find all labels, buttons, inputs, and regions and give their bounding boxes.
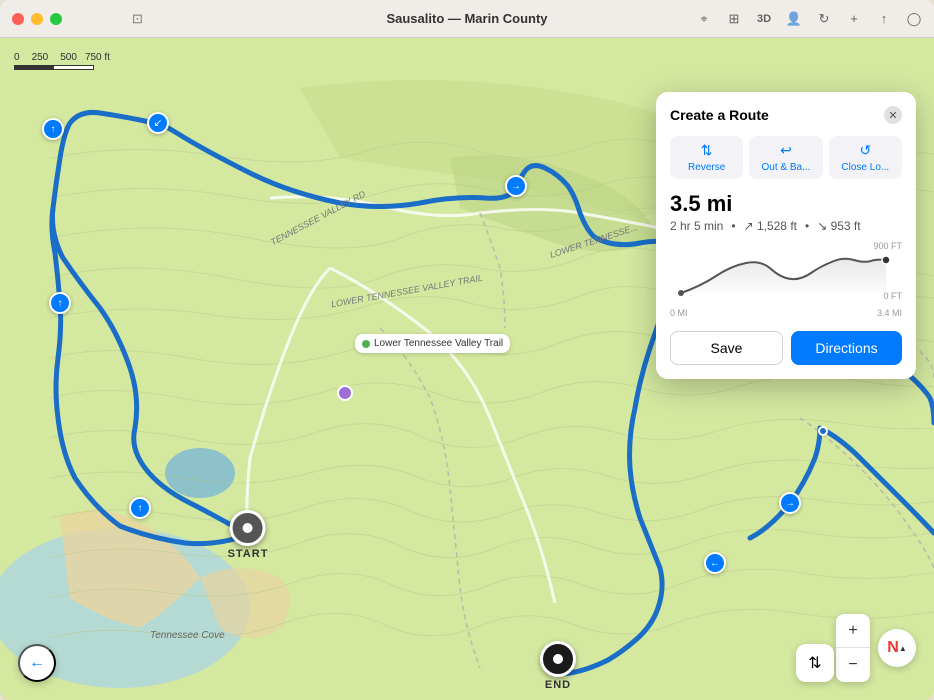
elevation-chart-svg [670, 241, 902, 301]
chart-x-end: 3.4 MI [877, 308, 902, 318]
minimize-button[interactable] [31, 13, 43, 25]
arrow-marker-1: ↙ [147, 112, 169, 134]
arrow-marker-3: ↑ [49, 292, 71, 314]
route-distance: 3.5 mi [670, 191, 902, 217]
trail-dot-icon [362, 340, 370, 348]
location-icon[interactable]: ⌖ [696, 11, 712, 27]
reverse-icon: ⇅ [701, 142, 713, 159]
filter-icon: ⇅ [808, 653, 821, 673]
directions-button[interactable]: Directions [791, 331, 902, 365]
reverse-label: Reverse [688, 162, 725, 173]
reverse-button[interactable]: ⇅ Reverse [670, 136, 743, 179]
people-icon[interactable]: 👤 [786, 11, 802, 27]
traffic-lights [12, 13, 62, 25]
refresh-icon[interactable]: ↻ [816, 11, 832, 27]
maximize-button[interactable] [50, 13, 62, 25]
close-loop-icon: ↺ [859, 142, 871, 159]
share-icon[interactable]: ↑ [876, 11, 892, 27]
filter-button[interactable]: ⇅ [796, 644, 834, 682]
trail-name: Lower Tennessee Valley Trail [374, 338, 503, 349]
3d-icon[interactable]: 3D [756, 11, 772, 27]
arrow-marker-4: ↑ [129, 497, 151, 519]
label-tennessee-cove: Tennessee Cove [150, 630, 225, 641]
account-icon[interactable]: ◯ [906, 11, 922, 27]
chart-y-top: 900 FT [873, 241, 902, 251]
panel-title: Create a Route [670, 107, 769, 123]
compass-arrow: ▲ [899, 644, 907, 653]
zoom-controls: + − [836, 614, 870, 682]
bottom-left-controls: ← [18, 644, 56, 682]
app-window: ⊡ Sausalito — Marin County ⌖ ⊞ 3D 👤 ↻ + … [0, 0, 934, 700]
end-label: END [545, 679, 571, 691]
arrow-marker-5: → [779, 492, 801, 514]
compass-n: N [887, 639, 899, 657]
start-circle [230, 510, 266, 546]
route-stats: 3.5 mi 2 hr 5 min • ↗ 1,528 ft • ↘ 953 f… [670, 191, 902, 233]
close-button[interactable] [12, 13, 24, 25]
separator-dot: • [731, 219, 735, 233]
out-back-label: Out & Ba... [762, 162, 811, 173]
trail-marker: Lower Tennessee Valley Trail [355, 334, 510, 353]
save-button[interactable]: Save [670, 331, 783, 365]
add-icon[interactable]: + [846, 11, 862, 27]
start-inner [243, 523, 253, 533]
chart-x-start: 0 MI [670, 308, 688, 318]
window-icon: ⊡ [132, 11, 143, 27]
route-dot [818, 426, 828, 436]
arrow-marker-0: ↑ [42, 118, 64, 140]
close-loop-label: Close Lo... [841, 162, 889, 173]
close-loop-button[interactable]: ↺ Close Lo... [829, 136, 902, 179]
zoom-in-button[interactable]: + [836, 614, 870, 648]
panel-buttons: Save Directions [670, 331, 902, 365]
elevation-chart: 900 FT 0 FT [670, 241, 902, 321]
back-button[interactable]: ← [18, 644, 56, 682]
layers-icon[interactable]: ⊞ [726, 11, 742, 27]
scale-labels: 0 250 500 750 ft [14, 52, 110, 63]
arrow-marker-2: → [505, 175, 527, 197]
poi-marker[interactable] [337, 385, 353, 401]
out-back-button[interactable]: ↩ Out & Ba... [749, 136, 822, 179]
route-elev-up: ↗ 1,528 ft [744, 219, 797, 233]
scale-bar: 0 250 500 750 ft [14, 52, 110, 70]
out-back-icon: ↩ [780, 142, 792, 159]
route-details: 2 hr 5 min • ↗ 1,528 ft • ↘ 953 ft [670, 219, 902, 233]
arrow-marker-6: ← [704, 552, 726, 574]
end-inner [553, 654, 563, 664]
panel-close-button[interactable]: ✕ [884, 106, 902, 124]
separator-dot2: • [805, 219, 809, 233]
end-marker: END [540, 641, 576, 691]
start-marker: START [228, 510, 269, 560]
route-panel: Create a Route ✕ ⇅ Reverse ↩ Out & Ba...… [656, 92, 916, 379]
route-actions: ⇅ Reverse ↩ Out & Ba... ↺ Close Lo... [670, 136, 902, 179]
chart-y-bottom: 0 FT [883, 291, 902, 301]
route-elev-down: ↘ 953 ft [817, 219, 860, 233]
titlebar: ⊡ Sausalito — Marin County ⌖ ⊞ 3D 👤 ↻ + … [0, 0, 934, 38]
route-time: 2 hr 5 min [670, 219, 723, 233]
bottom-right-controls: + − N ▲ [836, 614, 916, 682]
toolbar-icons: ⌖ ⊞ 3D 👤 ↻ + ↑ ◯ [696, 11, 922, 27]
panel-header: Create a Route ✕ [670, 106, 902, 124]
start-label: START [228, 548, 269, 560]
window-title: Sausalito — Marin County [386, 11, 547, 26]
compass-button[interactable]: N ▲ [878, 629, 916, 667]
chart-x-labels: 0 MI 3.4 MI [670, 308, 902, 318]
chart-y-labels: 900 FT 0 FT [873, 241, 902, 301]
zoom-out-button[interactable]: − [836, 648, 870, 682]
map-area[interactable]: 0 250 500 750 ft TENNESSEE VALLEY RD LOW… [0, 38, 934, 700]
end-circle [540, 641, 576, 677]
